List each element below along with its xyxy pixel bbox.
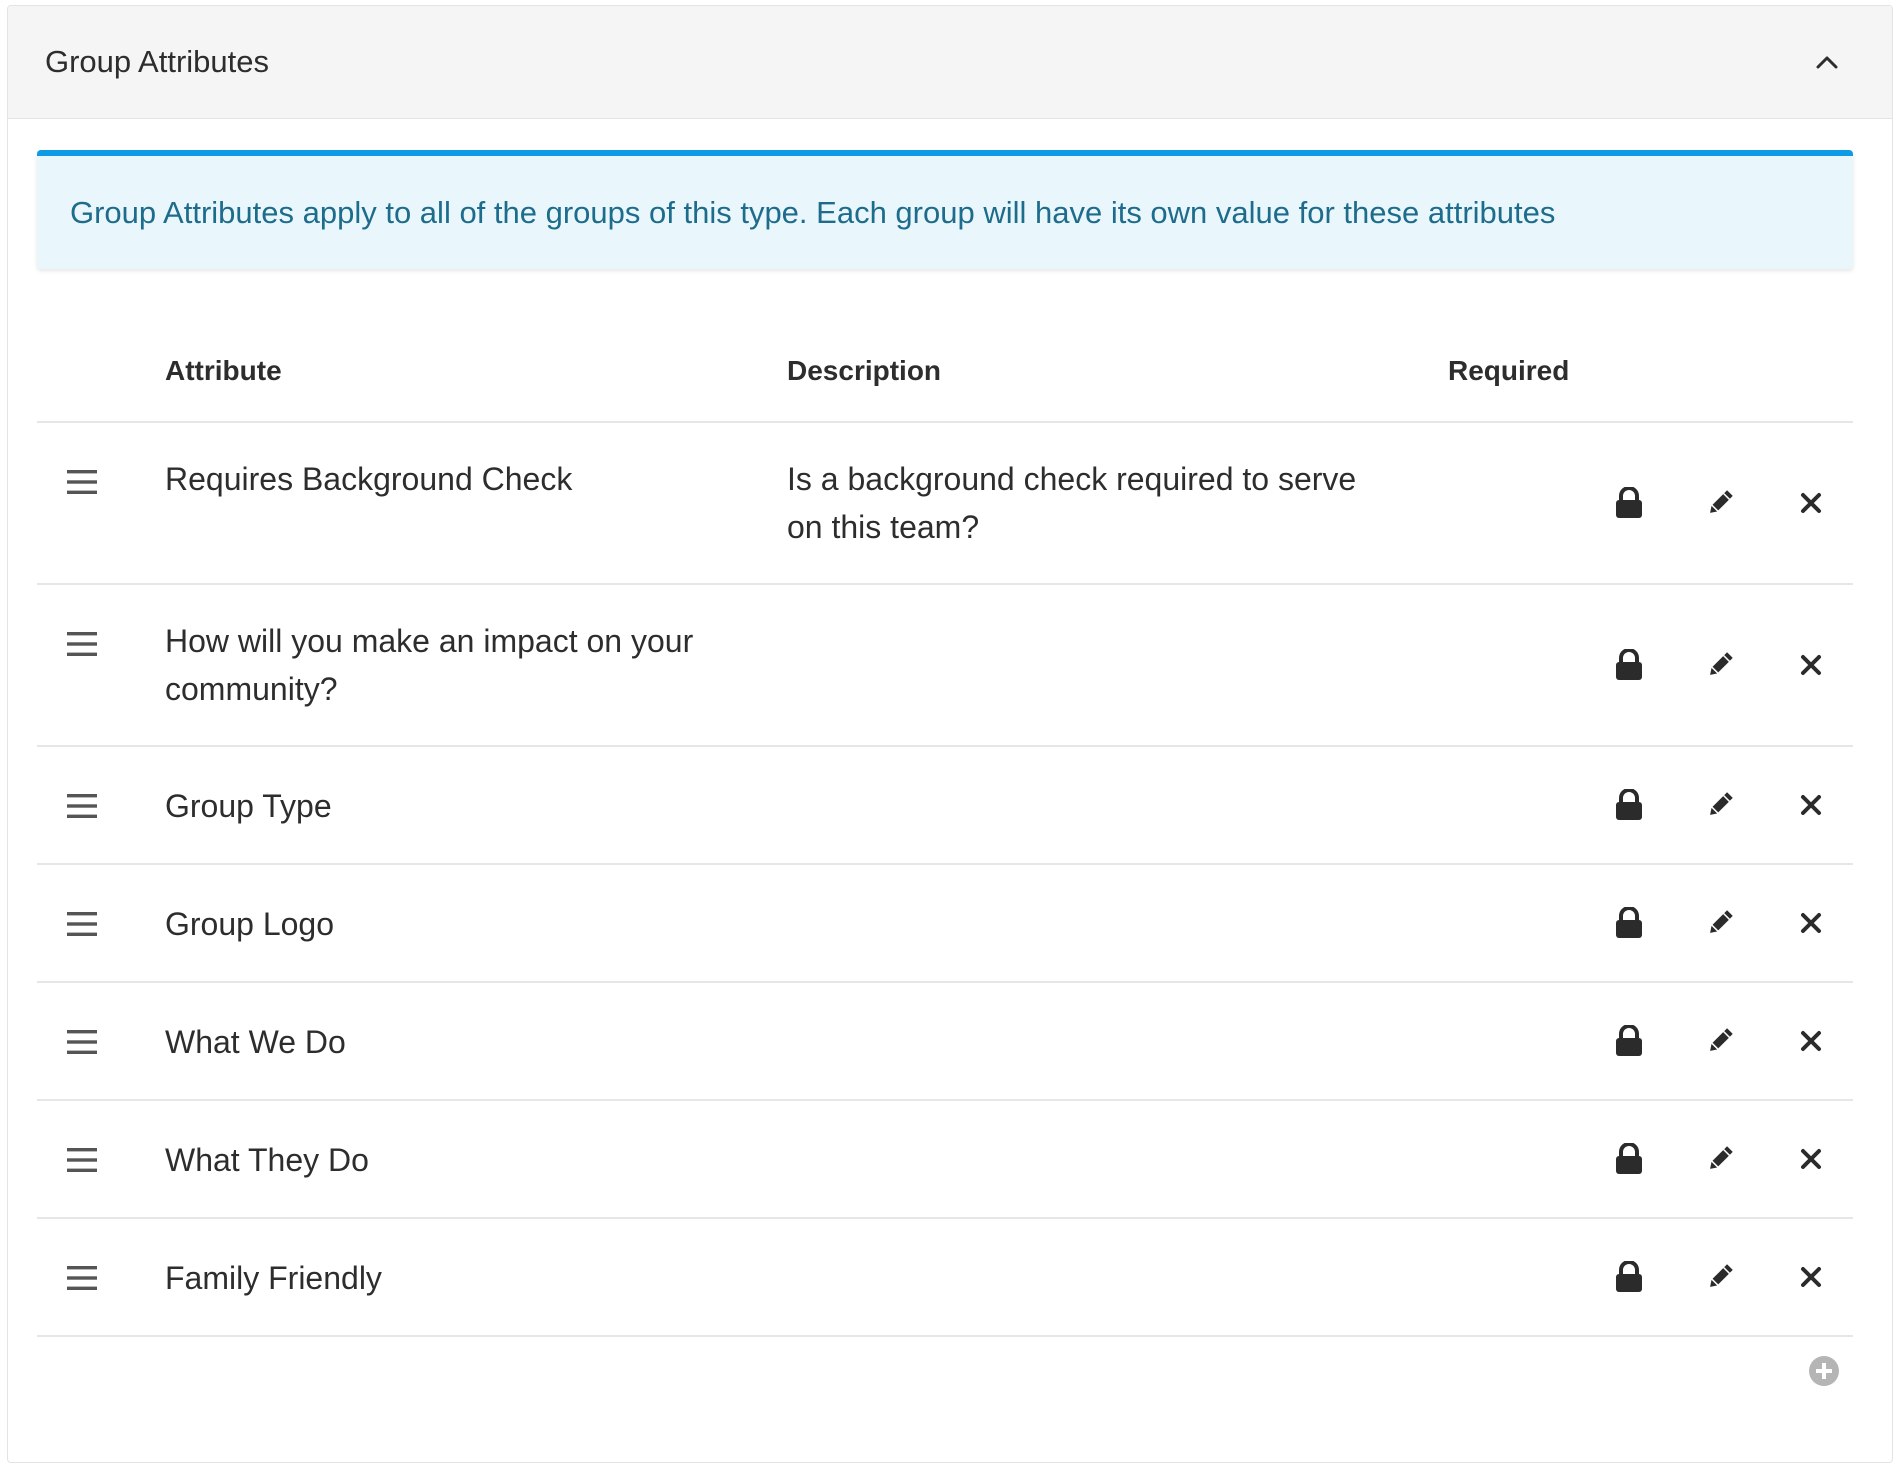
close-icon[interactable] [1791,645,1831,685]
row-actions [1563,585,1853,745]
attribute-name: What We Do [165,1024,346,1060]
pencil-icon[interactable] [1700,1139,1740,1179]
drag-handle-icon[interactable] [67,1147,97,1173]
table-row: Group Type [37,747,1853,865]
attribute-name: Requires Background Check [165,461,573,497]
panel-header[interactable]: Group Attributes [8,6,1892,119]
row-actions [1563,865,1853,981]
table-row: Group Logo [37,865,1853,983]
lock-icon [1609,1257,1649,1297]
attributes-table: Attribute Description Required Requires … [37,320,1853,1337]
lock-icon [1609,645,1649,685]
lock-icon [1609,1139,1649,1179]
attribute-description: Is a background check required to serve … [787,461,1357,545]
panel-title: Group Attributes [45,44,270,79]
plus-circle-icon[interactable] [1808,1355,1840,1387]
pencil-icon[interactable] [1700,903,1740,943]
pencil-icon[interactable] [1700,1021,1740,1061]
row-actions [1563,423,1853,583]
drag-handle-icon[interactable] [67,469,97,495]
row-actions [1563,1101,1853,1217]
info-alert: Group Attributes apply to all of the gro… [37,150,1853,269]
attribute-name: Group Type [165,788,332,824]
drag-handle-icon[interactable] [67,793,97,819]
table-header: Attribute Description Required [37,320,1853,423]
close-icon[interactable] [1791,785,1831,825]
attribute-name: What They Do [165,1142,369,1178]
close-icon[interactable] [1791,483,1831,523]
chevron-up-icon[interactable] [1811,46,1843,78]
attribute-name: Family Friendly [165,1260,382,1296]
attribute-name: Group Logo [165,906,335,942]
close-icon[interactable] [1791,903,1831,943]
pencil-icon[interactable] [1700,483,1740,523]
lock-icon [1609,785,1649,825]
lock-icon [1609,1021,1649,1061]
column-header-required: Required [1448,355,1570,386]
drag-handle-icon[interactable] [67,1265,97,1291]
drag-handle-icon[interactable] [67,911,97,937]
lock-icon [1609,903,1649,943]
pencil-icon[interactable] [1700,645,1740,685]
close-icon[interactable] [1791,1257,1831,1297]
attribute-name: How will you make an impact on your comm… [165,623,694,707]
alert-text: Group Attributes apply to all of the gro… [70,194,1556,230]
table-row: Family Friendly [37,1219,1853,1337]
close-icon[interactable] [1791,1021,1831,1061]
row-actions [1563,1219,1853,1335]
pencil-icon[interactable] [1700,785,1740,825]
table-row: What They Do [37,1101,1853,1219]
row-actions [1563,747,1853,863]
column-header-description: Description [787,355,942,386]
column-header-attribute: Attribute [165,355,282,386]
close-icon[interactable] [1791,1139,1831,1179]
table-row: Requires Background Check Is a backgroun… [37,423,1853,585]
pencil-icon[interactable] [1700,1257,1740,1297]
row-actions [1563,983,1853,1099]
drag-handle-icon[interactable] [67,631,97,657]
table-row: How will you make an impact on your comm… [37,585,1853,747]
table-row: What We Do [37,983,1853,1101]
drag-handle-icon[interactable] [67,1029,97,1055]
lock-icon [1609,483,1649,523]
